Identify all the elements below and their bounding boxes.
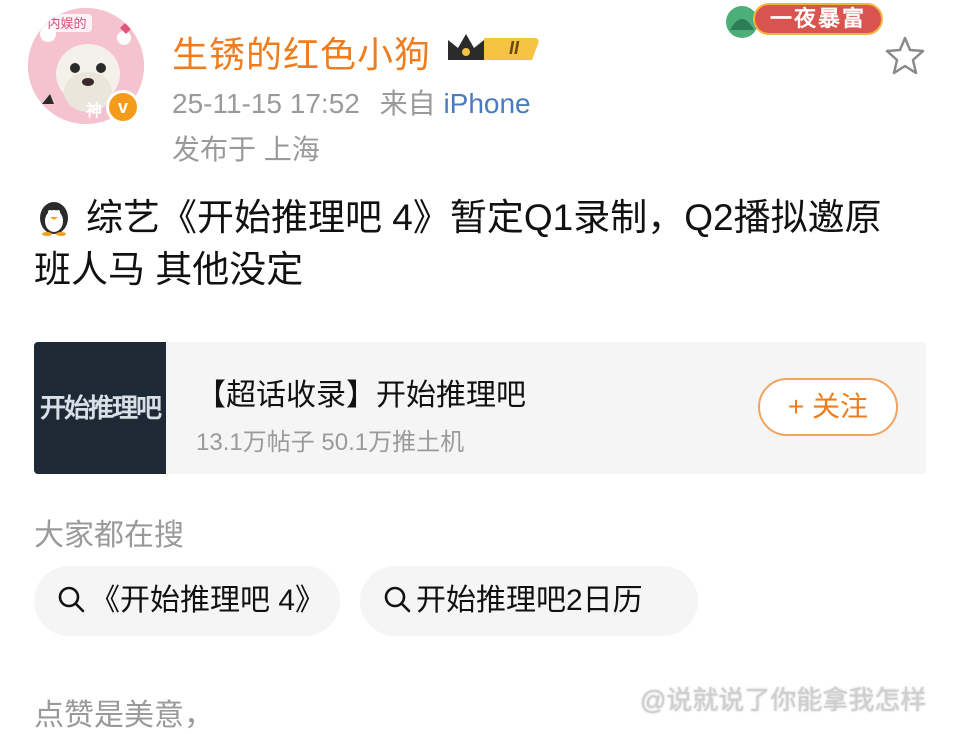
trending-search-heading: 大家都在搜	[34, 519, 184, 552]
post-text: 综艺《开始推理吧 4》暂定Q1录制，Q2播拟邀原班人马 其他没定	[34, 197, 882, 290]
promo-label[interactable]: 一夜暴富	[758, 4, 878, 34]
search-chip[interactable]: 开始推理吧2日历	[360, 566, 698, 636]
svg-text:内娱的: 内娱的	[47, 16, 86, 32]
search-chip-label: 《开始推理吧 4》	[90, 584, 326, 617]
penguin-icon	[40, 202, 68, 236]
post-meta: 25-11-15 17:52 来自 iPhone	[172, 82, 531, 122]
supertopic-stats: 13.1万帖子 50.1万推土机	[196, 429, 465, 456]
verified-v-icon: v	[106, 90, 140, 124]
username[interactable]: 生锈的红色小狗	[172, 26, 431, 78]
vip-level-badge: II	[508, 38, 519, 58]
search-chip[interactable]: 《开始推理吧 4》	[34, 566, 340, 636]
search-icon	[384, 586, 411, 613]
search-chip-label: 开始推理吧2日历	[416, 584, 643, 617]
post-source-link[interactable]: iPhone	[443, 88, 530, 119]
follow-button[interactable]: + 关注	[758, 378, 898, 436]
supertopic-thumbnail: 开始推理吧	[34, 342, 166, 474]
post-location: 发布于 上海	[172, 134, 320, 165]
watermark: @说就说了你能拿我怎样	[640, 685, 927, 715]
post-content: 综艺《开始推理吧 4》暂定Q1录制，Q2播拟邀原班人马 其他没定	[34, 192, 914, 296]
star-icon[interactable]	[884, 34, 926, 76]
source-prefix: 来自	[379, 88, 436, 119]
supertopic-title[interactable]: 【超话收录】开始推理吧	[196, 370, 526, 414]
supertopic-card[interactable]: 开始推理吧 【超话收录】开始推理吧 13.1万帖子 50.1万推土机 + 关注	[34, 342, 926, 474]
search-icon	[58, 586, 85, 613]
footer-text: 点赞是美意，	[34, 699, 214, 732]
post-timestamp: 25-11-15 17:52	[172, 88, 360, 119]
svg-text:神: 神	[86, 101, 102, 120]
